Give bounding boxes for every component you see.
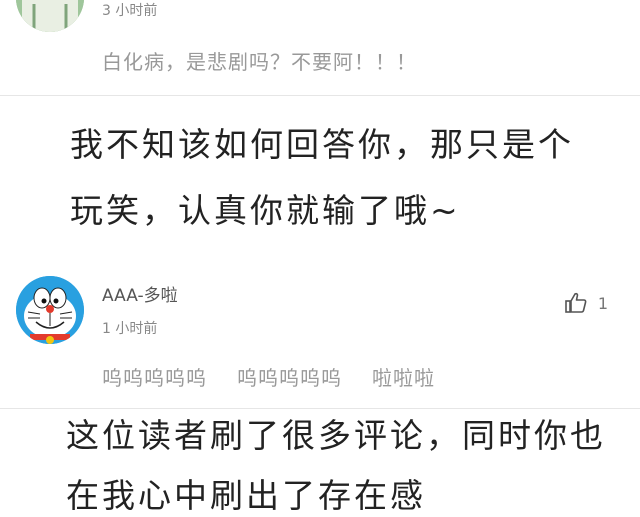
caption-line: 我不知该如何回答你，那只是个 <box>70 125 574 164</box>
comment-text: 呜呜呜呜呜 呜呜呜呜呜 啦啦啦 <box>102 362 465 391</box>
comic-caption: 这位读者刷了很多评论，同时你也 在我心中刷出了存在感 <box>0 409 640 515</box>
comment-text-part: 啦啦啦 <box>372 366 435 390</box>
comment-text: 白化病，是悲剧吗？不要阿！！！ <box>102 50 417 74</box>
like-count: 1 <box>597 293 608 313</box>
comment-card-1: 3 小时前 白化病，是悲剧吗？不要阿！！！ <box>0 0 640 95</box>
doraemon-avatar-icon <box>16 276 84 344</box>
comment-text-part: 呜呜呜呜呜 <box>237 366 342 390</box>
comic-caption: 我不知该如何回答你，那只是个 玩笑，认真你就输了哦~ <box>0 96 640 248</box>
comment-username[interactable]: AAA-多啦 <box>102 281 178 306</box>
caption-line: 玩笑，认真你就输了哦~ <box>70 191 461 230</box>
user-avatar[interactable] <box>16 0 84 32</box>
comment-timestamp: 1 小时前 <box>102 321 158 337</box>
caption-line: 在我心中刷出了存在感 <box>66 476 426 515</box>
user-avatar[interactable] <box>16 276 84 344</box>
comment-text-part: 呜呜呜呜呜 <box>102 366 207 390</box>
comment-timestamp: 3 小时前 <box>102 3 158 19</box>
comment-card-2: AAA-多啦 1 小时前 1 呜呜呜呜呜 呜呜呜呜呜 啦啦啦 <box>0 248 640 408</box>
caption-line: 这位读者刷了很多评论，同时你也 <box>66 416 606 455</box>
like-button[interactable]: 1 <box>564 292 608 314</box>
thumbs-up-icon <box>565 292 587 313</box>
